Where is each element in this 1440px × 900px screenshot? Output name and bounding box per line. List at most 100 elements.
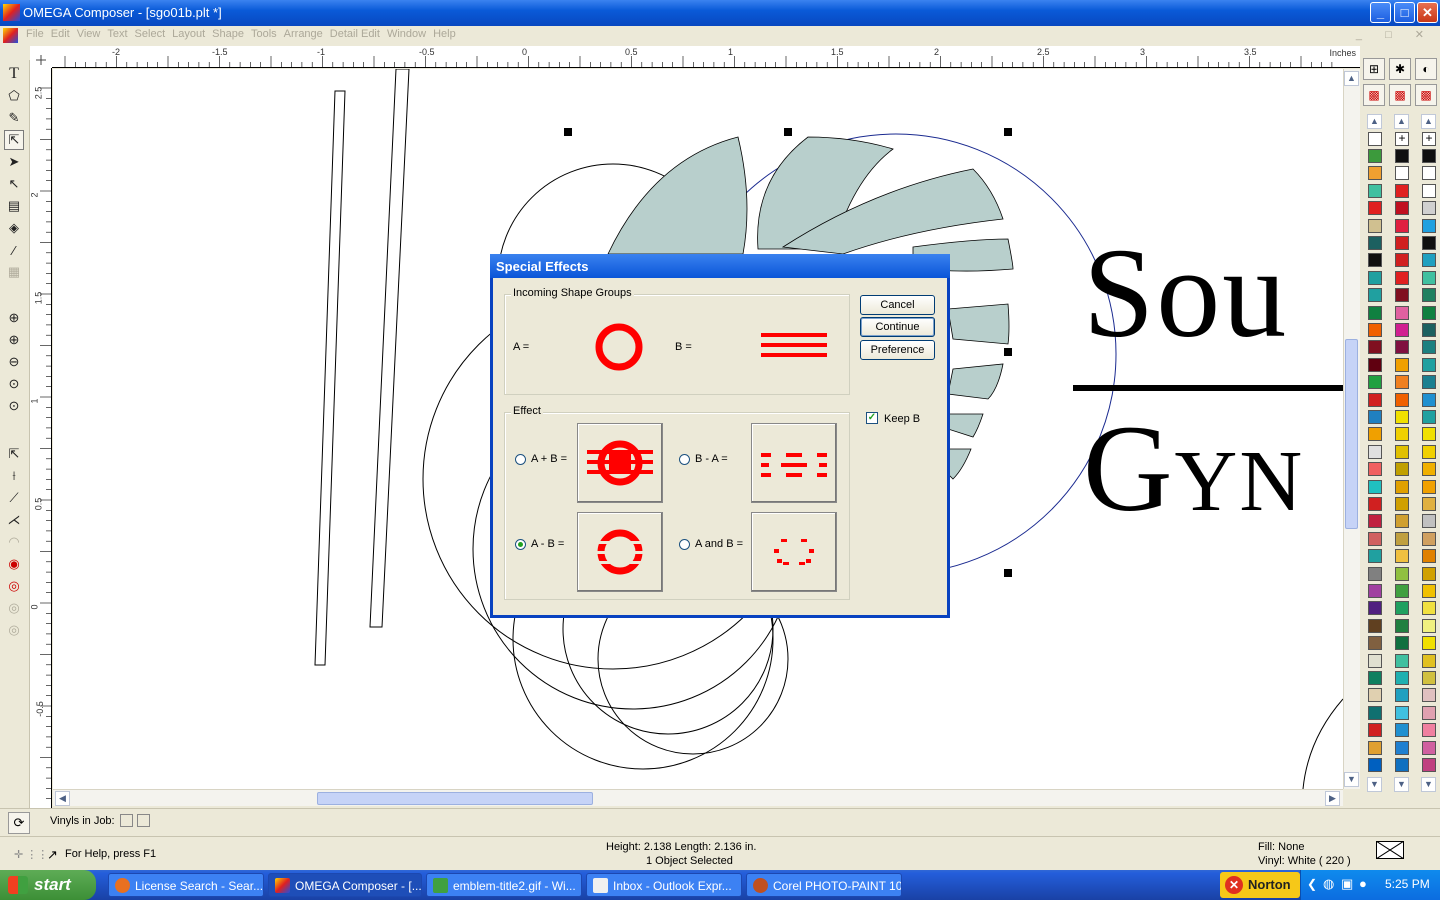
ruler-vertical[interactable]: 2.5 2 1.5 1 0.5 0 -0.5 (30, 68, 52, 808)
palette-swatch-icon[interactable]: ▩ (1415, 84, 1437, 106)
color-swatch[interactable] (1422, 288, 1436, 303)
color-swatch[interactable] (1422, 410, 1436, 424)
knife-tool-icon[interactable]: ⟊ (4, 466, 24, 486)
color-swatch[interactable] (1422, 671, 1436, 685)
vinyl-slot[interactable] (120, 814, 133, 827)
color-swatch[interactable] (1368, 497, 1382, 511)
color-swatch[interactable] (1368, 427, 1382, 442)
color-swatch[interactable] (1422, 305, 1436, 320)
fill-bucket-icon[interactable]: ◈ (4, 218, 24, 238)
radio-b-minus-a[interactable] (679, 454, 690, 465)
a-minus-b-label[interactable]: A - B = (531, 538, 564, 550)
color-swatch[interactable] (1395, 357, 1409, 372)
palette-scroll-down[interactable]: ▼ (1421, 777, 1436, 792)
preference-button[interactable]: Preference (860, 340, 935, 360)
color-swatch[interactable] (1422, 149, 1436, 163)
b-minus-a-label[interactable]: B - A = (695, 453, 728, 465)
a-plus-b-preview[interactable] (577, 423, 663, 503)
zoom-fit-icon[interactable]: ⊙ (4, 374, 24, 394)
swatch-none[interactable] (1368, 132, 1382, 146)
menu-select[interactable]: Select (135, 28, 173, 40)
mdi-controls[interactable]: _ □ ✕ (1356, 28, 1434, 41)
palette-scroll-up[interactable]: ▲ (1367, 114, 1382, 129)
color-swatch[interactable] (1395, 497, 1409, 511)
color-swatch[interactable] (1368, 653, 1382, 668)
color-swatch[interactable] (1368, 740, 1382, 755)
horizontal-scrollbar[interactable]: ◀ ▶ (53, 789, 1343, 806)
color-swatch[interactable] (1422, 444, 1436, 459)
color-swatch[interactable] (1368, 253, 1382, 268)
minimize-button[interactable]: _ (1370, 2, 1391, 23)
color-swatch[interactable] (1368, 601, 1382, 616)
color-swatch[interactable] (1368, 531, 1382, 546)
a-minus-b-preview[interactable] (577, 512, 663, 592)
color-swatch[interactable] (1368, 166, 1382, 181)
zoom-in-icon[interactable]: ⊕ (4, 308, 24, 328)
color-swatch[interactable] (1395, 462, 1409, 477)
canvas-text-line1[interactable]: Sou (1083, 229, 1288, 357)
color-swatch[interactable] (1368, 618, 1382, 633)
ruler-corner[interactable] (30, 46, 52, 68)
eyedropper-icon[interactable]: ⁄ (4, 240, 24, 260)
color-swatch[interactable] (1368, 201, 1382, 216)
ruler-horizontal[interactable]: Inches -2 -1.5 -1 -0.5 0 0.5 1 1.5 2 2.5 3 3.5 (52, 46, 1360, 68)
menu-text[interactable]: Text (107, 28, 134, 40)
color-swatch[interactable] (1395, 253, 1409, 268)
palette-color-icon[interactable]: ◐ (1415, 58, 1437, 80)
color-swatch[interactable] (1422, 340, 1436, 355)
color-swatch[interactable] (1422, 514, 1436, 529)
zoom-window-icon[interactable]: ⊕ (4, 330, 24, 350)
color-swatch[interactable] (1395, 444, 1409, 459)
shadow-effect-icon[interactable]: ◎ (4, 598, 24, 618)
color-swatch[interactable] (1368, 462, 1382, 477)
palette-swatch-icon[interactable]: ▩ (1389, 84, 1411, 106)
norton-button[interactable]: ✕ Norton (1220, 872, 1300, 898)
swatch-none[interactable]: + (1422, 132, 1436, 146)
outline-effect-icon[interactable]: ◎ (4, 576, 24, 596)
color-swatch[interactable] (1395, 723, 1409, 738)
pointer-edit-icon[interactable]: ⇱ (4, 444, 24, 464)
node-select-icon[interactable]: ↖ (4, 174, 24, 194)
network-icon[interactable]: ◍ (1323, 876, 1334, 892)
color-swatch[interactable] (1368, 305, 1382, 320)
color-swatch[interactable] (1422, 462, 1436, 477)
palette-settings-icon[interactable]: ✱ (1389, 58, 1411, 80)
color-swatch[interactable] (1422, 601, 1436, 616)
color-swatch[interactable] (1422, 497, 1436, 511)
color-swatch[interactable] (1368, 636, 1382, 651)
color-swatch[interactable] (1368, 270, 1382, 285)
radio-a-and-b[interactable] (679, 539, 690, 550)
color-swatch[interactable] (1395, 653, 1409, 668)
menu-edit[interactable]: Edit (51, 28, 77, 40)
color-swatch[interactable] (1422, 392, 1436, 407)
color-swatch[interactable] (1422, 375, 1436, 390)
swatch-none[interactable]: + (1395, 132, 1409, 146)
color-swatch[interactable] (1368, 705, 1382, 720)
color-swatch[interactable] (1422, 758, 1436, 772)
color-swatch[interactable] (1395, 479, 1409, 494)
color-swatch[interactable] (1368, 340, 1382, 355)
blend-effect-icon[interactable]: ◎ (4, 620, 24, 640)
palette-scroll-up[interactable]: ▲ (1394, 114, 1409, 129)
color-swatch[interactable] (1368, 236, 1382, 250)
color-swatch[interactable] (1395, 671, 1409, 685)
color-swatch[interactable] (1395, 149, 1409, 163)
a-plus-b-label[interactable]: A + B = (531, 453, 567, 465)
menu-file[interactable]: File (26, 28, 51, 40)
scroll-up-button[interactable]: ▲ (1344, 71, 1359, 86)
color-swatch[interactable] (1422, 427, 1436, 442)
color-swatch[interactable] (1422, 618, 1436, 633)
color-swatch[interactable] (1368, 688, 1382, 703)
color-swatch[interactable] (1395, 270, 1409, 285)
color-swatch[interactable] (1422, 323, 1436, 337)
color-swatch[interactable] (1395, 236, 1409, 250)
color-swatch[interactable] (1422, 183, 1436, 198)
color-swatch[interactable] (1422, 236, 1436, 250)
palette-scroll-up[interactable]: ▲ (1421, 114, 1436, 129)
cancel-button[interactable]: Cancel (860, 295, 935, 315)
menu-shape[interactable]: Shape (212, 28, 251, 40)
tray-app-icon[interactable]: ▣ (1341, 876, 1353, 892)
clock[interactable]: 5:25 PM (1385, 877, 1430, 891)
maximize-button[interactable]: □ (1394, 2, 1415, 23)
close-button[interactable]: ✕ (1417, 2, 1438, 23)
